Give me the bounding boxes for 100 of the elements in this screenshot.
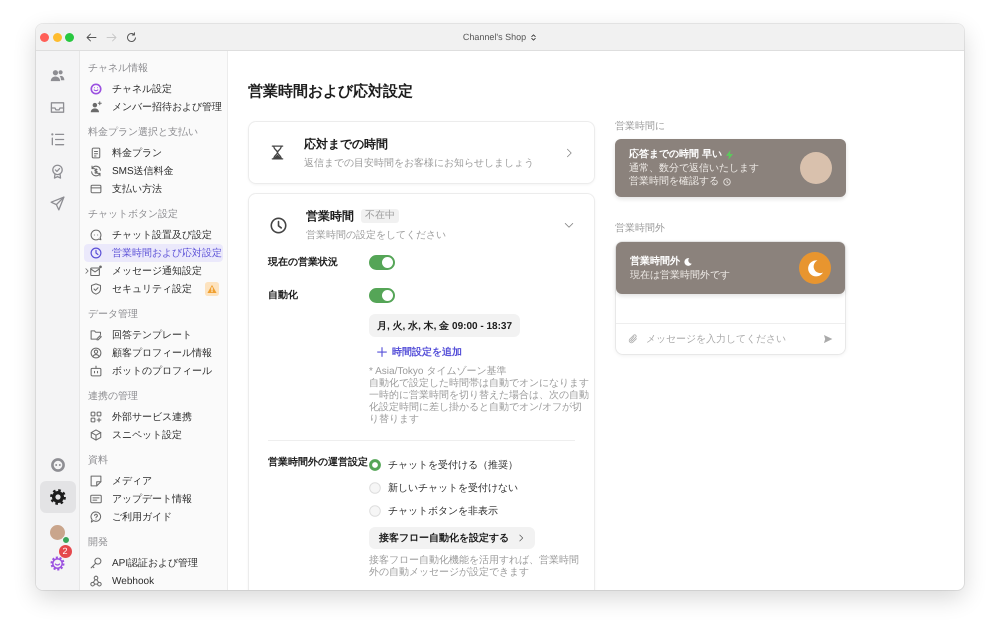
sidebar-item[interactable]: チャネル設定 xyxy=(84,80,223,98)
reload-button[interactable] xyxy=(126,32,137,42)
smiley-gear-icon[interactable] xyxy=(50,556,65,570)
updown-chevron-icon[interactable] xyxy=(530,34,538,40)
radio-option[interactable]: チャットを受付ける（推奨） xyxy=(369,455,518,475)
reload-icon xyxy=(126,32,137,42)
people-icon xyxy=(50,68,65,82)
sidebar-item[interactable]: アップデート情報 xyxy=(84,490,223,508)
plus-icon xyxy=(377,346,387,356)
moon-icon xyxy=(799,252,831,284)
card-title: 応対までの時間 xyxy=(304,136,389,152)
card-subtitle: 営業時間の設定をしてください xyxy=(306,229,446,242)
chevron-right-icon xyxy=(517,534,525,542)
shield-check-icon xyxy=(90,283,102,295)
clock-icon xyxy=(723,178,731,186)
hourglass-icon xyxy=(270,145,285,160)
chat-bubble-icon xyxy=(50,457,66,473)
sidebar-item[interactable]: スニペット設定 xyxy=(84,426,223,444)
setting-label: 自動化 xyxy=(268,288,299,302)
section-heading: 資料 xyxy=(87,454,109,468)
automation-button[interactable]: 接客フロー自動化を設定する xyxy=(369,527,535,549)
radio-option[interactable]: 新しいチャットを受付けない xyxy=(369,478,518,498)
radio-option[interactable]: チャットボタンを非表示 xyxy=(369,501,498,521)
sidebar-item[interactable]: SMS送信料金 xyxy=(84,162,223,180)
sidebar-item[interactable]: チャット設置及び設定 xyxy=(84,226,223,244)
label-icon xyxy=(90,493,102,505)
section-heading: 開発 xyxy=(87,536,109,550)
send-icon[interactable] xyxy=(823,334,833,344)
key-icon xyxy=(90,557,102,569)
sidebar-item[interactable]: 回答テンプレート xyxy=(84,326,223,344)
section-heading: チャネル情報 xyxy=(87,62,149,76)
sidebar-item[interactable]: メッセージ通知設定 xyxy=(84,262,223,280)
currency-cycle-icon xyxy=(90,165,102,177)
banner-title: 営業時間外 xyxy=(630,254,680,268)
sidebar-item[interactable]: ご利用ガイド xyxy=(84,508,223,526)
folder-pencil-icon xyxy=(90,329,102,341)
clock-icon xyxy=(90,247,102,259)
smiley-ring-icon xyxy=(90,83,102,95)
note-text: 一時的に営業時間を切り替えた場合は、次の自動化設定時間に差し掛かると自動でオン/オフが切り替ります xyxy=(369,390,590,426)
note-text: 自動化で設定した時間帯は自動でオンになります xyxy=(369,378,589,390)
credit-card-icon xyxy=(90,183,102,195)
toggle-switch[interactable] xyxy=(369,254,395,270)
moon-icon xyxy=(684,258,692,266)
banner-subtitle: 通常、数分で返信いたします xyxy=(629,162,759,175)
back-arrow-icon xyxy=(86,32,97,42)
paper-plane-icon xyxy=(50,196,65,210)
notification-badge: 2 xyxy=(58,545,72,558)
avatar-placeholder[interactable] xyxy=(50,524,65,540)
sidebar-item[interactable]: ボットのプロフィール xyxy=(84,362,223,380)
banner-subtitle: 現在は営業時間外です xyxy=(630,268,730,282)
message-input[interactable]: メッセージを入力してください xyxy=(646,331,815,347)
help-bubble-icon xyxy=(90,511,102,523)
app-grid-icon xyxy=(90,411,102,423)
sidebar-item[interactable]: Webhook xyxy=(84,572,223,590)
sticky-note-icon xyxy=(90,475,102,487)
status-badge: 不在中 xyxy=(361,209,399,223)
sidebar-item[interactable]: セキュリティ設定 xyxy=(84,280,223,298)
schedule-button[interactable]: 月, 火, 水, 木, 金 09:00 - 18:37 xyxy=(369,314,520,337)
chevron-right-icon[interactable] xyxy=(564,148,574,158)
sidebar-item[interactable]: 外部サービス連携 xyxy=(84,408,223,426)
user-circle-icon xyxy=(90,347,102,359)
setting-label: 現在の営業状況 xyxy=(268,256,339,269)
clipboard-icon xyxy=(90,147,102,159)
list-icon xyxy=(50,132,65,146)
sidebar-item[interactable]: API認証および管理 xyxy=(84,554,223,572)
settings-icon xyxy=(50,489,66,505)
person-add-icon xyxy=(90,101,102,113)
setting-label: 営業時間外の運営設定 xyxy=(268,456,369,470)
response-time-card[interactable]: 応対までの時間 返信までの目安時間をお客様にお知らせしましょう xyxy=(248,121,595,184)
robot-icon xyxy=(90,365,102,377)
back-arrow-button[interactable] xyxy=(86,32,97,42)
sidebar-item[interactable]: 料金プラン xyxy=(84,144,223,162)
paperclip-icon xyxy=(628,334,638,344)
forward-arrow-icon xyxy=(106,32,117,42)
inbox-icon xyxy=(50,100,65,114)
section-heading: 連携の管理 xyxy=(87,390,139,404)
add-time-button[interactable]: 時間設定を追加 xyxy=(369,344,462,359)
sidebar-item[interactable]: 支払い方法 xyxy=(84,180,223,198)
nav-rail-button[interactable] xyxy=(40,481,76,513)
sidebar-item[interactable]: メディア xyxy=(84,472,223,490)
cube-icon xyxy=(90,429,102,441)
chevron-down-icon[interactable] xyxy=(564,220,574,230)
card-title: 営業時間 xyxy=(306,208,354,224)
section-heading: データ管理 xyxy=(87,308,139,322)
award-icon xyxy=(50,164,65,178)
sidebar-item[interactable]: 営業時間および応対設定 xyxy=(84,244,223,262)
preview-label: 営業時間外 xyxy=(615,223,666,235)
clock-icon xyxy=(270,216,287,234)
chat-bubble-icon xyxy=(90,229,102,241)
webhook-icon xyxy=(90,575,102,587)
mail-icon xyxy=(90,265,102,277)
sidebar-item[interactable]: 顧客プロフィール情報 xyxy=(84,344,223,362)
sidebar-item[interactable]: メンバー招待および管理 xyxy=(84,98,223,116)
preview-label: 営業時間に xyxy=(615,121,666,133)
timezone-note: * Asia/Tokyo タイムゾーン基準 xyxy=(369,366,506,378)
card-subtitle: 返信までの目安時間をお客様にお知らせしましょう xyxy=(304,156,534,170)
section-heading: 料金プラン選択と支払い xyxy=(87,126,199,140)
caret-right-icon[interactable] xyxy=(84,268,90,274)
toggle-switch[interactable] xyxy=(369,288,395,302)
page-title: 営業時間および応対設定 xyxy=(248,82,414,102)
